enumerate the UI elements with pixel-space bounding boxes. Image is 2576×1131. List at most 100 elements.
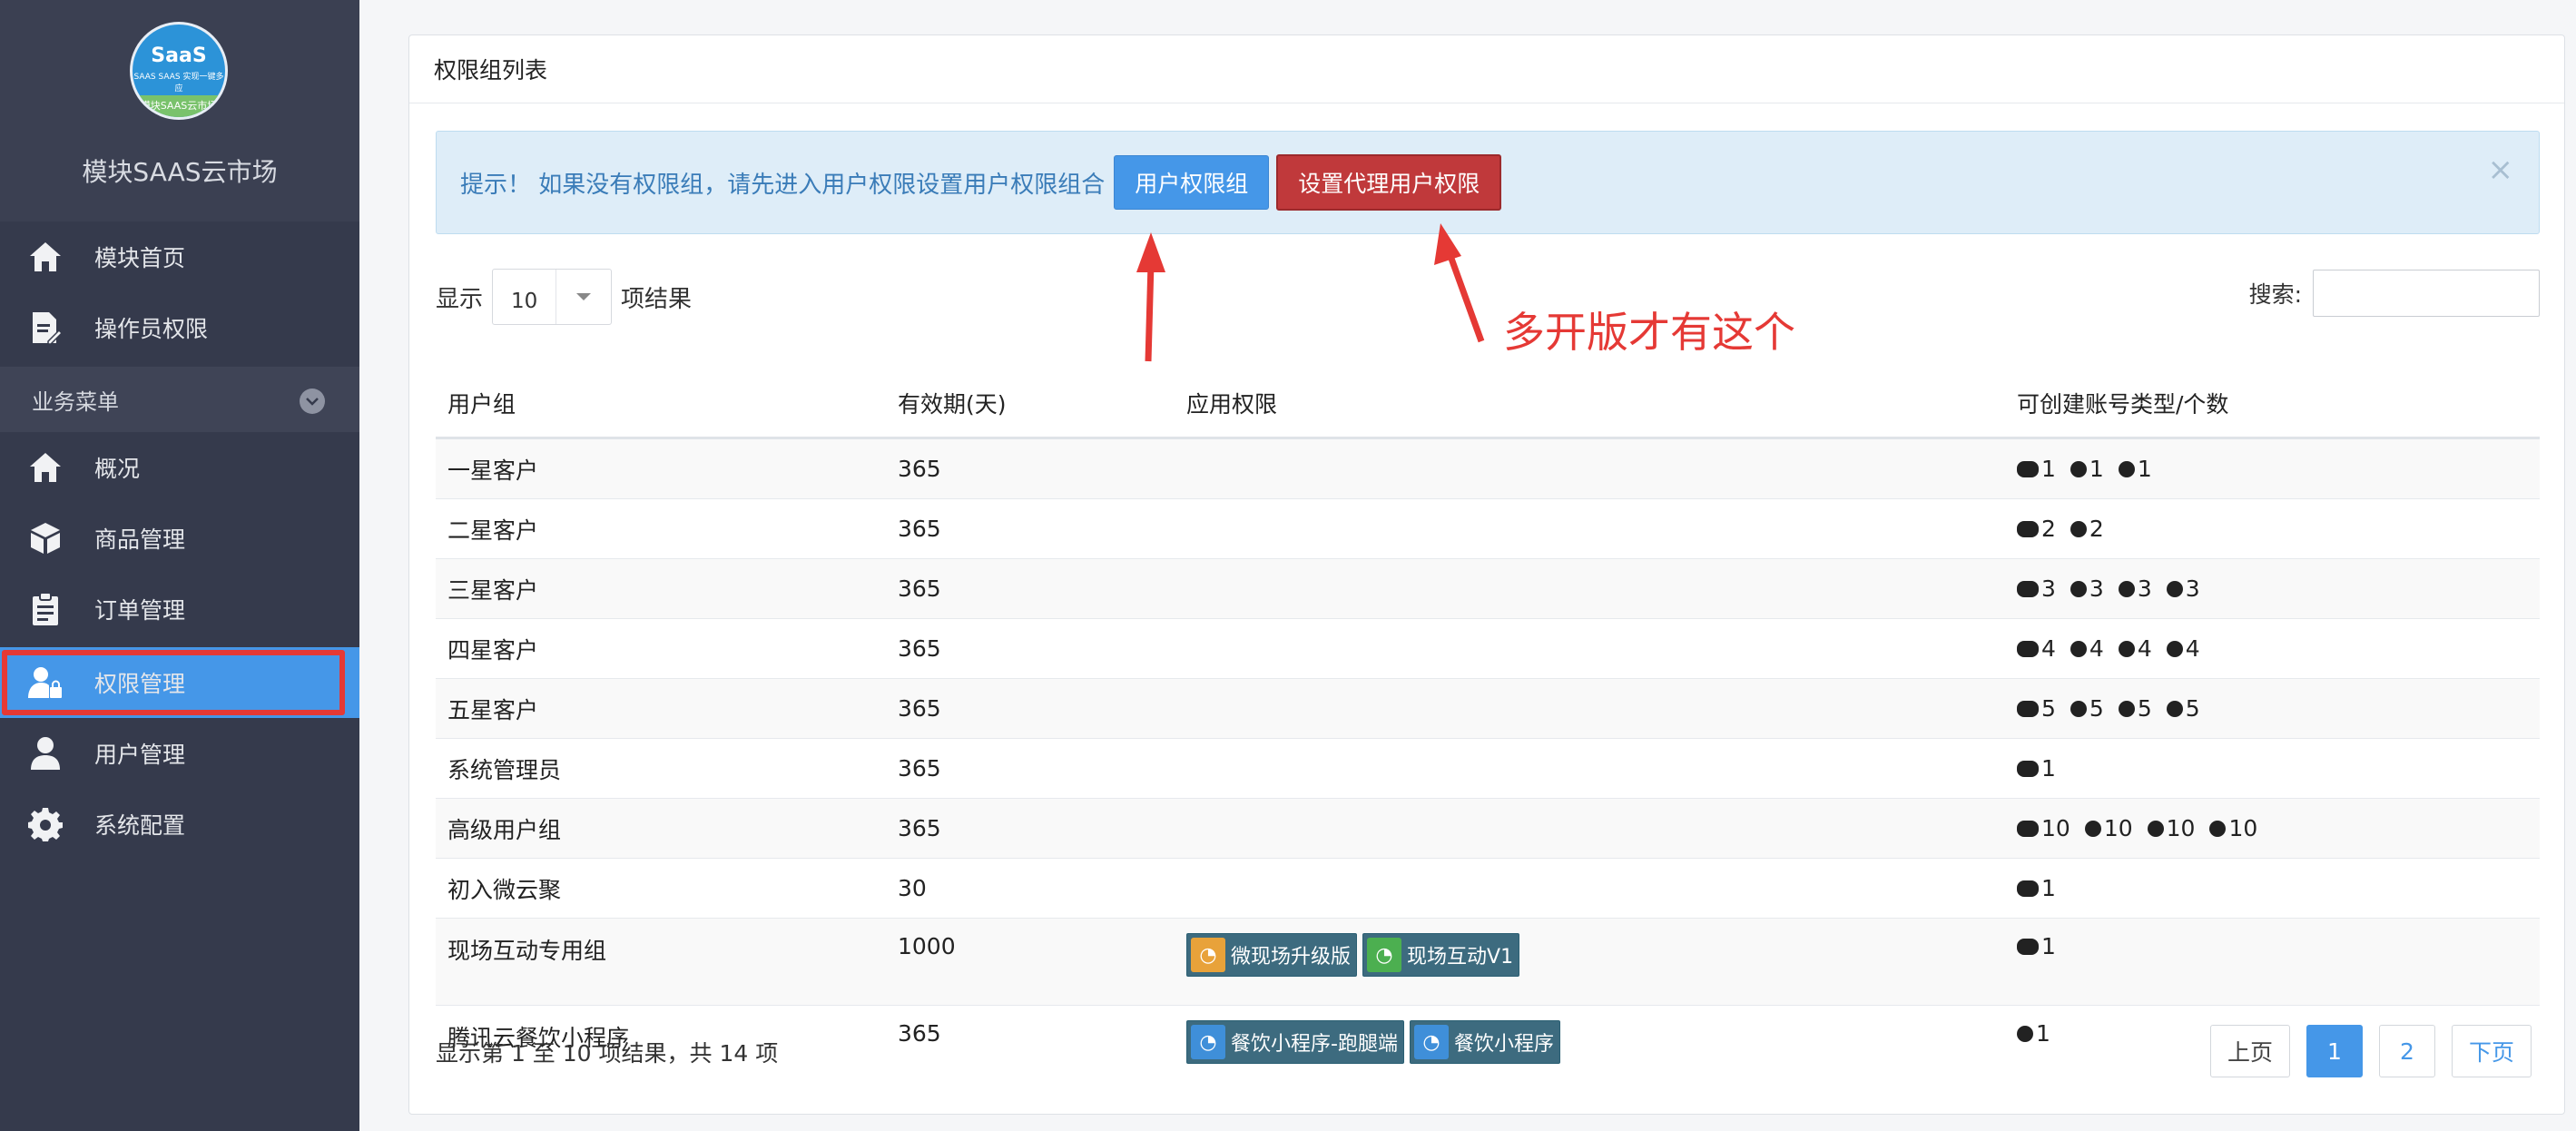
quota-list: 5 5 5 5 <box>2017 695 2539 722</box>
sidebar-item-label: 权限管理 <box>94 671 186 697</box>
cell-days: 1000 <box>886 918 1175 1006</box>
page-length-control: 显示 10 项结果 <box>436 268 692 326</box>
table-row[interactable]: 现场互动专用组 1000 ◔ 微现场升级版 ◔ 现场互动V1 1 <box>436 918 2540 1006</box>
app-badge-label: 餐饮小程序-跑腿端 <box>1231 1033 1398 1056</box>
user-permission-group-button[interactable]: 用户权限组 <box>1114 155 1270 210</box>
gear-icon <box>27 806 64 842</box>
quota-item: 5 <box>2166 695 2200 722</box>
app-logo-icon: ◔ <box>1191 938 1225 972</box>
column-header-apps[interactable]: 应用权限 <box>1175 369 2005 439</box>
page-length-select[interactable]: 10 <box>492 269 613 325</box>
sidebar-item-module-home[interactable]: 模块首页 <box>0 221 359 292</box>
cell-apps <box>1175 618 2005 679</box>
logo-text: SaaS <box>151 44 207 67</box>
quota-count: 5 <box>2137 695 2152 722</box>
cell-apps <box>1175 558 2005 619</box>
sidebar-item-products[interactable]: 商品管理 <box>0 503 359 574</box>
app-badge-label: 微现场升级版 <box>1231 946 1352 969</box>
quota-count: 3 <box>2089 575 2104 602</box>
wechat-icon <box>2017 460 2039 477</box>
quota-item: 1 <box>2118 456 2152 482</box>
pagination: 上页 1 2 下页 <box>2209 1025 2532 1077</box>
quota-item: 1 <box>2017 933 2056 959</box>
app-badge-list: ◔ 微现场升级版 ◔ 现场互动V1 <box>1186 933 2004 977</box>
cell-apps: ◔ 餐饮小程序-跑腿端 ◔ 餐饮小程序 <box>1175 1005 2005 1092</box>
quota-item: 1 <box>2017 1020 2050 1047</box>
quota-list: 3 3 3 3 <box>2017 575 2539 602</box>
column-header-quota[interactable]: 可创建账号类型/个数 <box>2005 369 2540 439</box>
quota-count: 1 <box>2041 456 2056 482</box>
circle-b-icon <box>2118 580 2135 597</box>
circle-c-icon <box>2209 820 2227 837</box>
cell-days: 365 <box>886 438 1175 499</box>
sidebar-group-business[interactable]: 业务菜单 <box>0 367 359 432</box>
circle-c-icon <box>2166 700 2183 717</box>
app-logo-icon: ◔ <box>1413 1025 1449 1059</box>
annotation-text: 多开版才有这个 <box>1503 308 1795 357</box>
brand-logo[interactable]: SaaS SAAS SAAS 实现一键多应 模块SAAS云市场 <box>130 22 228 120</box>
app-badge[interactable]: ◔ 微现场升级版 <box>1186 933 1358 977</box>
cell-group: 一星客户 <box>436 438 886 499</box>
sidebar-item-orders[interactable]: 订单管理 <box>0 574 359 644</box>
quota-count: 5 <box>2089 695 2104 722</box>
cell-group: 现场互动专用组 <box>436 918 886 1006</box>
app-badge[interactable]: ◔ 餐饮小程序-跑腿端 <box>1186 1020 1404 1064</box>
user-lock-icon <box>27 664 64 701</box>
panel-title: 权限组列表 <box>409 35 2564 103</box>
table-row[interactable]: 二星客户 365 2 2 <box>436 498 2540 559</box>
quota-item: 1 <box>2017 755 2056 782</box>
page-button-2[interactable]: 2 <box>2378 1025 2435 1077</box>
set-agent-permission-button[interactable]: 设置代理用户权限 <box>1276 154 1502 211</box>
column-header-validity[interactable]: 有效期(天) <box>886 369 1175 439</box>
quota-count: 1 <box>2137 456 2152 482</box>
app-badge[interactable]: ◔ 现场互动V1 <box>1362 933 1520 977</box>
quota-count: 10 <box>2041 815 2070 841</box>
cell-days: 365 <box>886 1005 1175 1092</box>
sidebar-item-overview[interactable]: 概况 <box>0 432 359 503</box>
table-row[interactable]: 五星客户 365 5 5 5 5 <box>436 678 2540 739</box>
home-icon <box>27 449 64 486</box>
quota-list: 1 <box>2017 875 2539 901</box>
sidebar-item-permissions[interactable]: 权限管理 <box>0 647 359 718</box>
cell-apps <box>1175 678 2005 739</box>
cell-days: 365 <box>886 678 1175 739</box>
close-icon[interactable]: × <box>2488 152 2514 188</box>
table-row[interactable]: 高级用户组 365 10 10 10 10 <box>436 798 2540 859</box>
miniapp-icon <box>2070 580 2087 597</box>
column-header-group[interactable]: 用户组 <box>436 369 886 439</box>
cell-apps <box>1175 798 2005 859</box>
next-page-button[interactable]: 下页 <box>2451 1025 2532 1077</box>
prev-page-button[interactable]: 上页 <box>2209 1025 2290 1077</box>
sidebar-item-label: 商品管理 <box>94 526 186 553</box>
quota-count: 10 <box>2103 815 2133 841</box>
quota-count: 3 <box>2185 575 2200 602</box>
wechat-icon <box>2017 520 2039 537</box>
app-logo-icon: ◔ <box>1191 1025 1225 1059</box>
cell-apps <box>1175 438 2005 499</box>
quota-list: 1 <box>2017 933 2539 959</box>
length-suffix: 项结果 <box>621 285 693 313</box>
length-prefix: 显示 <box>436 285 484 313</box>
cell-quota: 1 1 1 <box>2005 438 2540 499</box>
logo-subtext: SAAS SAAS 实现一键多应 <box>133 73 224 93</box>
quota-item: 5 <box>2070 695 2104 722</box>
quota-item: 10 <box>2209 815 2257 841</box>
page-button-1[interactable]: 1 <box>2306 1025 2363 1077</box>
table-row[interactable]: 三星客户 365 3 3 3 3 <box>436 558 2540 619</box>
app-badge[interactable]: ◔ 餐饮小程序 <box>1409 1020 1560 1064</box>
table-row[interactable]: 一星客户 365 1 1 1 <box>436 438 2540 499</box>
table-row[interactable]: 初入微云聚 30 1 <box>436 858 2540 919</box>
quota-count: 1 <box>2041 755 2056 782</box>
quota-item: 3 <box>2118 575 2152 602</box>
search-input[interactable] <box>2313 270 2540 317</box>
table-row[interactable]: 系统管理员 365 1 <box>436 738 2540 799</box>
miniapp-icon <box>2070 700 2087 717</box>
sidebar-item-users[interactable]: 用户管理 <box>0 718 359 789</box>
quota-item: 10 <box>2084 815 2133 841</box>
search-control: 搜索: <box>2249 268 2540 319</box>
sidebar-item-system-config[interactable]: 系统配置 <box>0 789 359 860</box>
wechat-icon <box>2017 580 2039 597</box>
cell-quota: 1 <box>2005 738 2540 799</box>
table-row[interactable]: 四星客户 365 4 4 4 4 <box>436 618 2540 679</box>
sidebar-item-operator-permissions[interactable]: 操作员权限 <box>0 292 359 363</box>
